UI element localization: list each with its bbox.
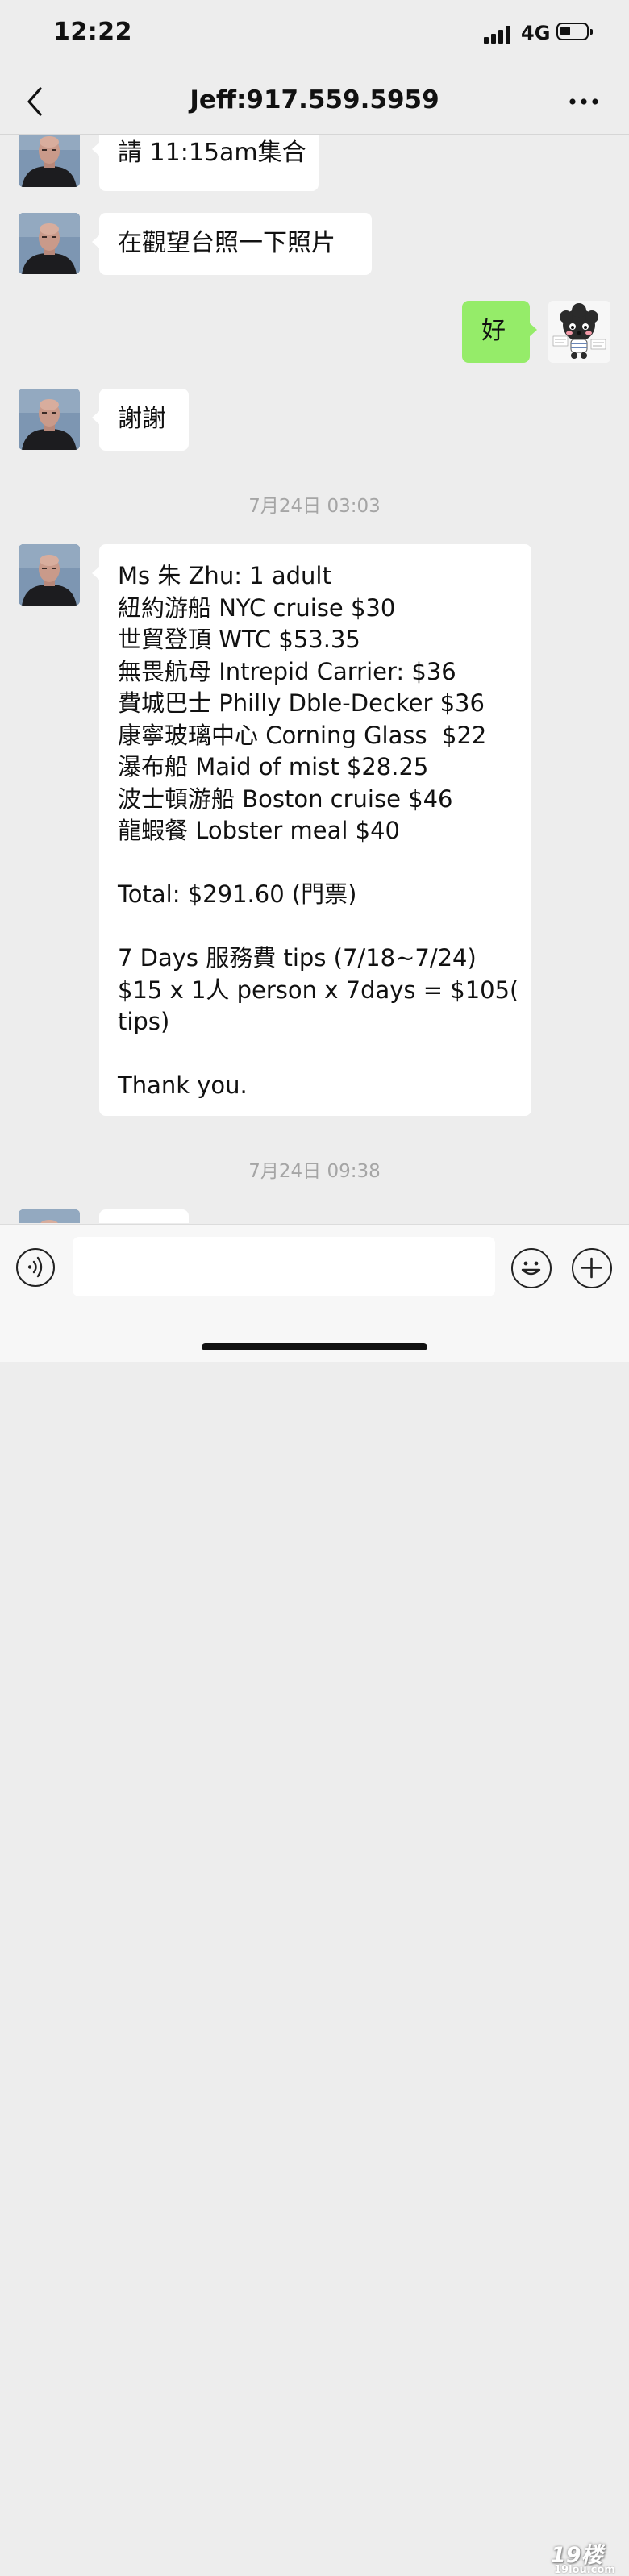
message-timestamp: 7月24日 03:03 — [248, 496, 381, 517]
message-line: tips) — [118, 1008, 170, 1035]
status-bar: 12:22 4G — [0, 0, 629, 71]
contact-avatar[interactable] — [19, 389, 80, 450]
message-bubble-sent[interactable]: 好 — [462, 301, 537, 363]
message-text: 謝謝 — [118, 405, 166, 433]
chat-header: Jeff:917.559.5959 — [0, 71, 629, 135]
message-text: 好 — [481, 317, 506, 345]
my-avatar[interactable] — [548, 301, 610, 363]
message-bubble-received[interactable]: 在觀望台照一下照片 — [92, 213, 372, 275]
message-line: Total: $291.60 (門票) — [118, 880, 357, 908]
message-input-bar: 19楼 19lou.com — [0, 1224, 629, 2576]
message-line: 世貿登頂 WTC $53.35 — [118, 626, 360, 653]
more-dots-icon — [569, 98, 598, 105]
emoji-button[interactable] — [511, 1248, 552, 1288]
message-line: 瀑布船 Maid of mist $28.25 — [118, 753, 429, 780]
message-bubble-received[interactable]: 謝謝 — [92, 389, 189, 451]
message-list[interactable]: 請 11:15am集合 在觀望台照一下照片 好 謝謝 7月24日 03:03 M… — [0, 135, 629, 1223]
message-line: $15 x 1人 person x 7days = $105( — [118, 976, 519, 1004]
battery-icon — [556, 23, 593, 40]
home-indicator[interactable] — [202, 1343, 427, 1350]
message-line: 康寧玻璃中心 Corning Glass $22 — [118, 721, 487, 749]
message-line: 紐約游船 NYC cruise $30 — [118, 593, 396, 622]
message-bubble-received[interactable]: Ms 朱 Zhu: 1 adult 紐約游船 NYC cruise $30 世貿… — [92, 544, 531, 1116]
voice-input-button[interactable] — [16, 1248, 55, 1287]
cellular-signal-icon — [484, 24, 513, 44]
voice-wave-icon — [27, 1256, 43, 1278]
contact-avatar[interactable] — [19, 213, 80, 274]
contact-avatar[interactable] — [19, 135, 80, 187]
message-bubble-received[interactable] — [99, 1209, 189, 1223]
person-photo-icon — [19, 389, 80, 450]
message-line: Thank you. — [118, 1072, 248, 1099]
person-photo-icon — [19, 544, 80, 606]
message-line: 龍蝦餐 Lobster meal $40 — [118, 817, 400, 844]
person-photo-icon — [19, 1209, 80, 1223]
person-photo-icon — [19, 213, 80, 274]
smiley-face-icon — [521, 1261, 541, 1276]
message-bubble-received[interactable]: 請 11:15am集合 — [92, 135, 319, 191]
message-line: 波士頓游船 Boston cruise $46 — [118, 784, 453, 813]
message-line: 7 Days 服務費 tips (7/18~7/24) — [118, 944, 477, 972]
poodle-cartoon-icon — [548, 301, 610, 363]
message-line: 無畏航母 Intrepid Carrier: $36 — [118, 657, 456, 685]
message-text: 在觀望台照一下照片 — [118, 229, 335, 257]
more-options-button[interactable] — [564, 84, 610, 119]
watermark-domain: 19lou.com — [554, 2564, 615, 2576]
message-line: 費城巴士 Philly Dble-Decker $36 — [118, 689, 485, 717]
message-text: 請 11:15am集合 — [118, 139, 306, 167]
chat-title: Jeff:917.559.5959 — [190, 85, 439, 114]
site-watermark: 19楼 19lou.com — [551, 2537, 625, 2576]
message-text-input[interactable] — [73, 1237, 495, 1296]
contact-avatar[interactable] — [19, 1209, 80, 1223]
more-functions-button[interactable] — [572, 1248, 612, 1288]
person-photo-icon — [19, 135, 80, 187]
status-time: 12:22 — [53, 18, 132, 46]
message-timestamp: 7月24日 09:38 — [248, 1161, 381, 1182]
plus-icon — [581, 1257, 602, 1279]
contact-avatar[interactable] — [19, 544, 80, 606]
network-type: 4G — [521, 22, 551, 44]
message-line: Ms 朱 Zhu: 1 adult — [118, 562, 331, 589]
